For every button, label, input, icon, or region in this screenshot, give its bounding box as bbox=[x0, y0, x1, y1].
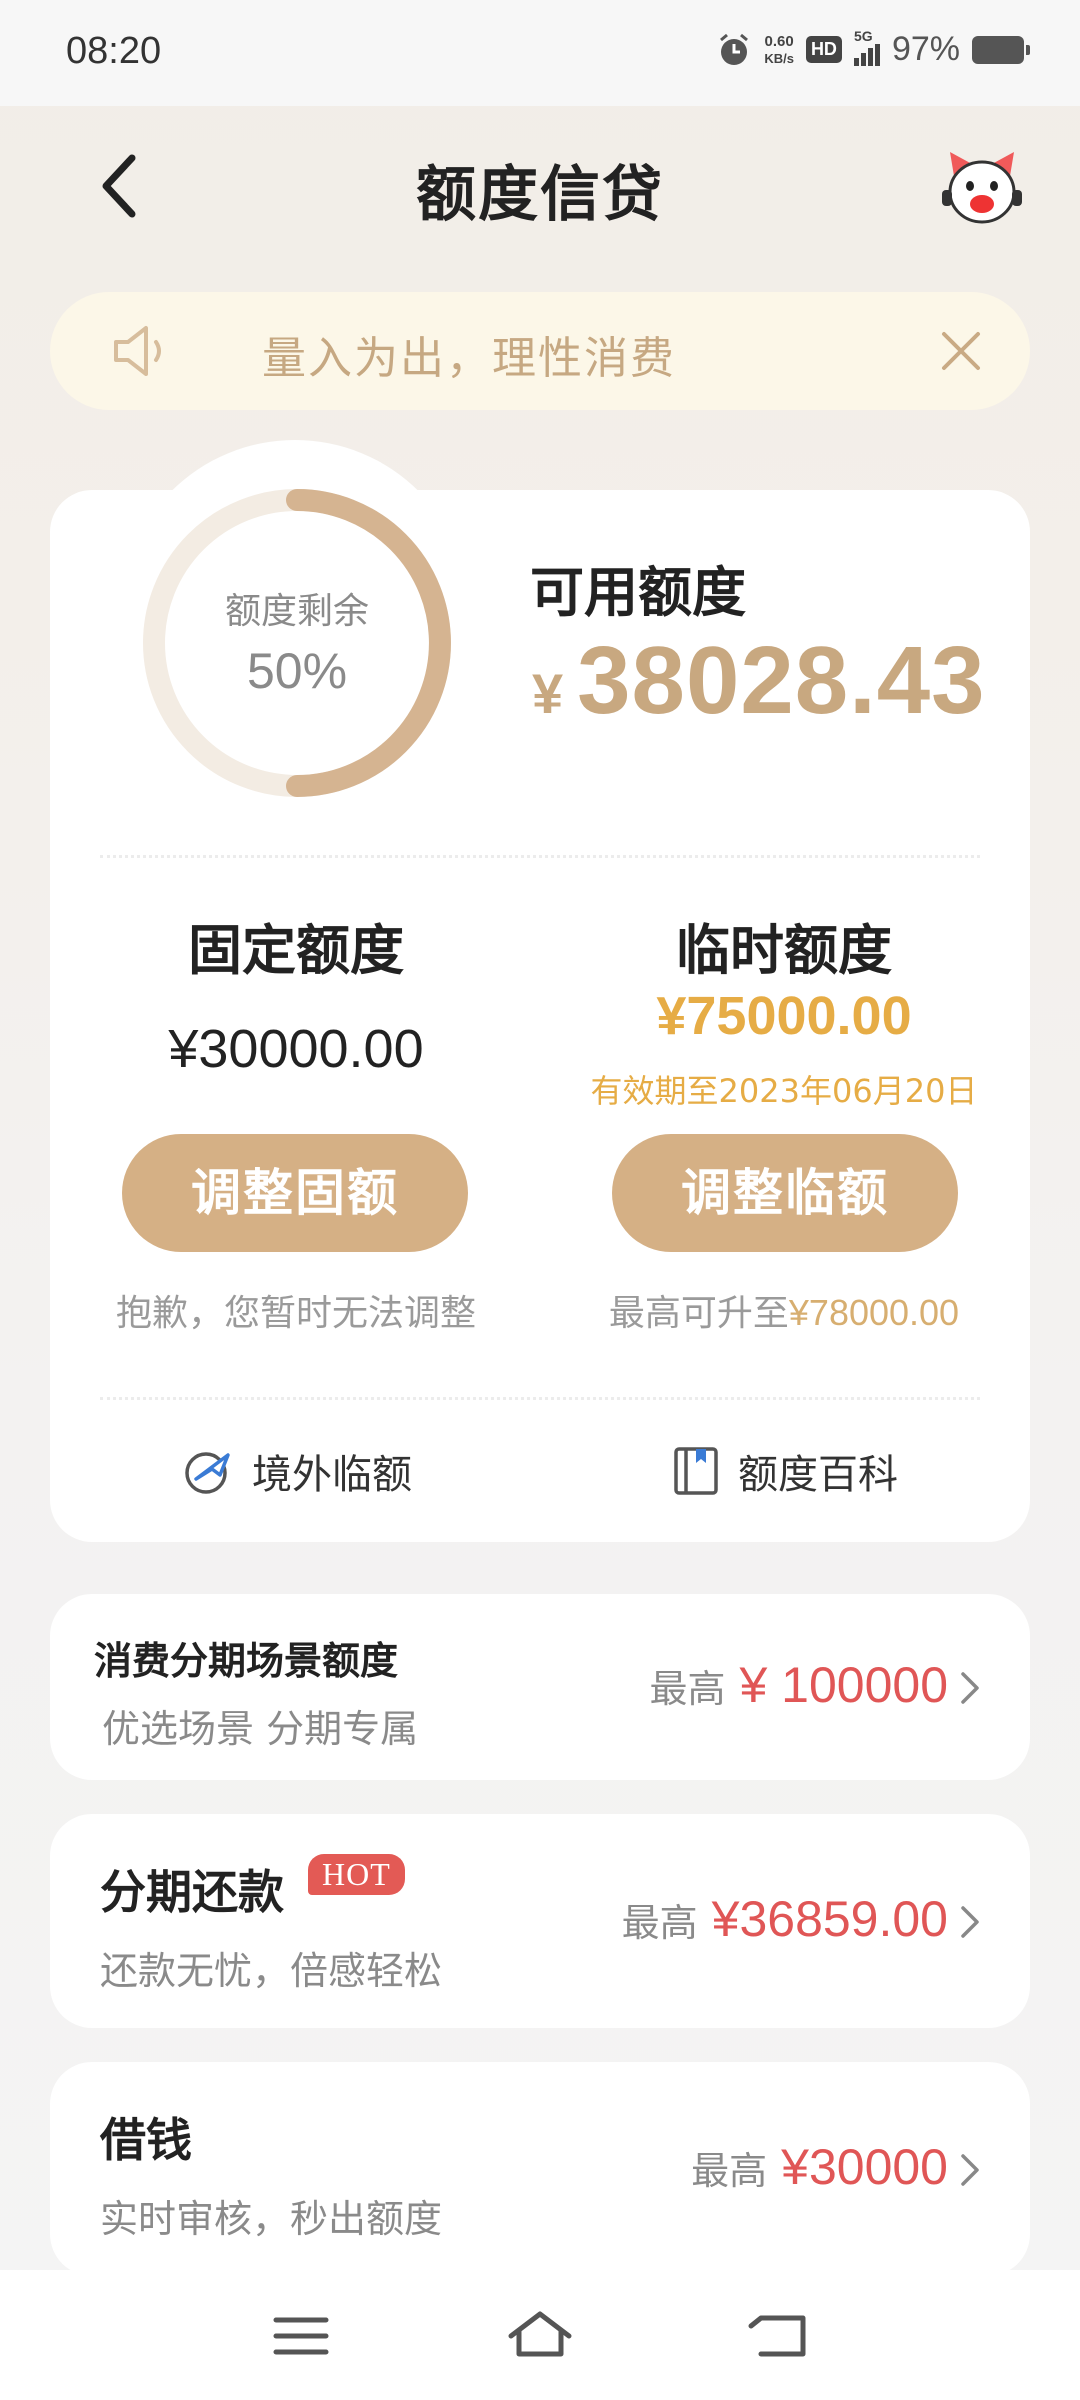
fixed-amount: ¥30000.00 bbox=[168, 1019, 424, 1079]
limit-encyclopedia-link[interactable]: 额度百科 bbox=[672, 1442, 898, 1500]
limit-encyclopedia-label: 额度百科 bbox=[738, 1452, 898, 1498]
row-value: 最高 ¥ 100000 bbox=[649, 1657, 948, 1713]
available-title: 可用额度 bbox=[530, 561, 746, 624]
battery-icon bbox=[972, 35, 1030, 64]
overseas-limit-label: 境外临额 bbox=[252, 1452, 412, 1498]
list-item-consumer-installment[interactable]: 消费分期场景额度 优选场景 分期专属 最高 ¥ 100000 bbox=[50, 1594, 1030, 1780]
notice-banner: 量入为出，理性消费 bbox=[50, 292, 1030, 410]
close-icon[interactable] bbox=[932, 322, 990, 380]
temporary-amount: ¥75000.00 bbox=[656, 986, 912, 1046]
overseas-limit-link[interactable]: 境外临额 bbox=[182, 1442, 412, 1500]
remaining-percent: 50% bbox=[246, 643, 348, 699]
divider bbox=[100, 855, 980, 858]
speaker-icon bbox=[114, 326, 161, 376]
temporary-note: 最高可升至¥78000.00 bbox=[608, 1292, 960, 1334]
currency-symbol: ¥ bbox=[532, 662, 564, 725]
chevron-right-icon bbox=[961, 1672, 979, 1704]
plane-globe-icon bbox=[185, 1452, 230, 1494]
row-subtitle: 实时审核，秒出额度 bbox=[100, 2197, 443, 2241]
mascot-icon[interactable] bbox=[940, 146, 1024, 230]
status-bar: 08:20 0.60 KB/s HD 5G 97% bbox=[0, 0, 1080, 106]
list-item-borrow-money[interactable]: 借钱 实时审核，秒出额度 最高 ¥30000 bbox=[50, 2062, 1030, 2276]
chevron-right-icon bbox=[961, 2154, 979, 2186]
chevron-right-icon bbox=[961, 1906, 979, 1938]
adjust-temporary-button[interactable]: 调整临额 bbox=[612, 1134, 958, 1252]
temporary-expiry: 有效期至2023年06月20日 bbox=[590, 1072, 978, 1110]
list-item-installment-repayment[interactable]: 分期还款 HOT 还款无忧，倍感轻松 最高 ¥36859.00 bbox=[50, 1814, 1030, 2028]
system-nav-bar bbox=[0, 2270, 1080, 2400]
row-title: 分期还款 bbox=[100, 1865, 284, 1919]
fixed-title: 固定额度 bbox=[188, 919, 404, 982]
hd-badge: HD bbox=[805, 36, 842, 63]
fixed-note: 抱歉，您暂时无法调整 bbox=[115, 1293, 476, 1334]
adjust-fixed-button[interactable]: 调整固额 bbox=[122, 1134, 468, 1252]
available-amount: ¥38028.43 bbox=[532, 626, 986, 736]
home-icon[interactable] bbox=[505, 2306, 575, 2366]
divider bbox=[100, 1397, 980, 1400]
menu-icon[interactable] bbox=[266, 2306, 336, 2366]
remaining-label: 额度剩余 bbox=[224, 591, 369, 632]
signal-icon: 5G bbox=[853, 28, 880, 66]
row-value: 最高 ¥30000 bbox=[691, 2139, 948, 2195]
status-icons: 0.60 KB/s HD 5G 97% bbox=[716, 28, 1030, 69]
row-value: 最高 ¥36859.00 bbox=[621, 1891, 948, 1947]
row-title: 消费分期场景额度 bbox=[94, 1639, 399, 1683]
app-header: 额度信贷 bbox=[0, 106, 1080, 266]
battery-percent: 97% bbox=[891, 30, 960, 68]
available-amount-value: 38028.43 bbox=[577, 627, 986, 734]
row-title: 借钱 bbox=[100, 2113, 192, 2167]
back-nav-icon[interactable] bbox=[745, 2306, 815, 2366]
network-speed: 0.60 KB/s bbox=[764, 32, 794, 66]
hot-badge: HOT bbox=[308, 1854, 405, 1895]
temporary-title: 临时额度 bbox=[676, 919, 892, 982]
book-icon bbox=[674, 1447, 718, 1495]
alarm-icon bbox=[720, 33, 749, 65]
status-time: 08:20 bbox=[66, 30, 162, 72]
notice-text: 量入为出，理性消费 bbox=[262, 333, 676, 384]
row-subtitle: 还款无忧，倍感轻松 bbox=[100, 1949, 443, 1993]
page-title: 额度信贷 bbox=[416, 160, 664, 230]
row-subtitle: 优选场景 分期专属 bbox=[102, 1707, 419, 1751]
